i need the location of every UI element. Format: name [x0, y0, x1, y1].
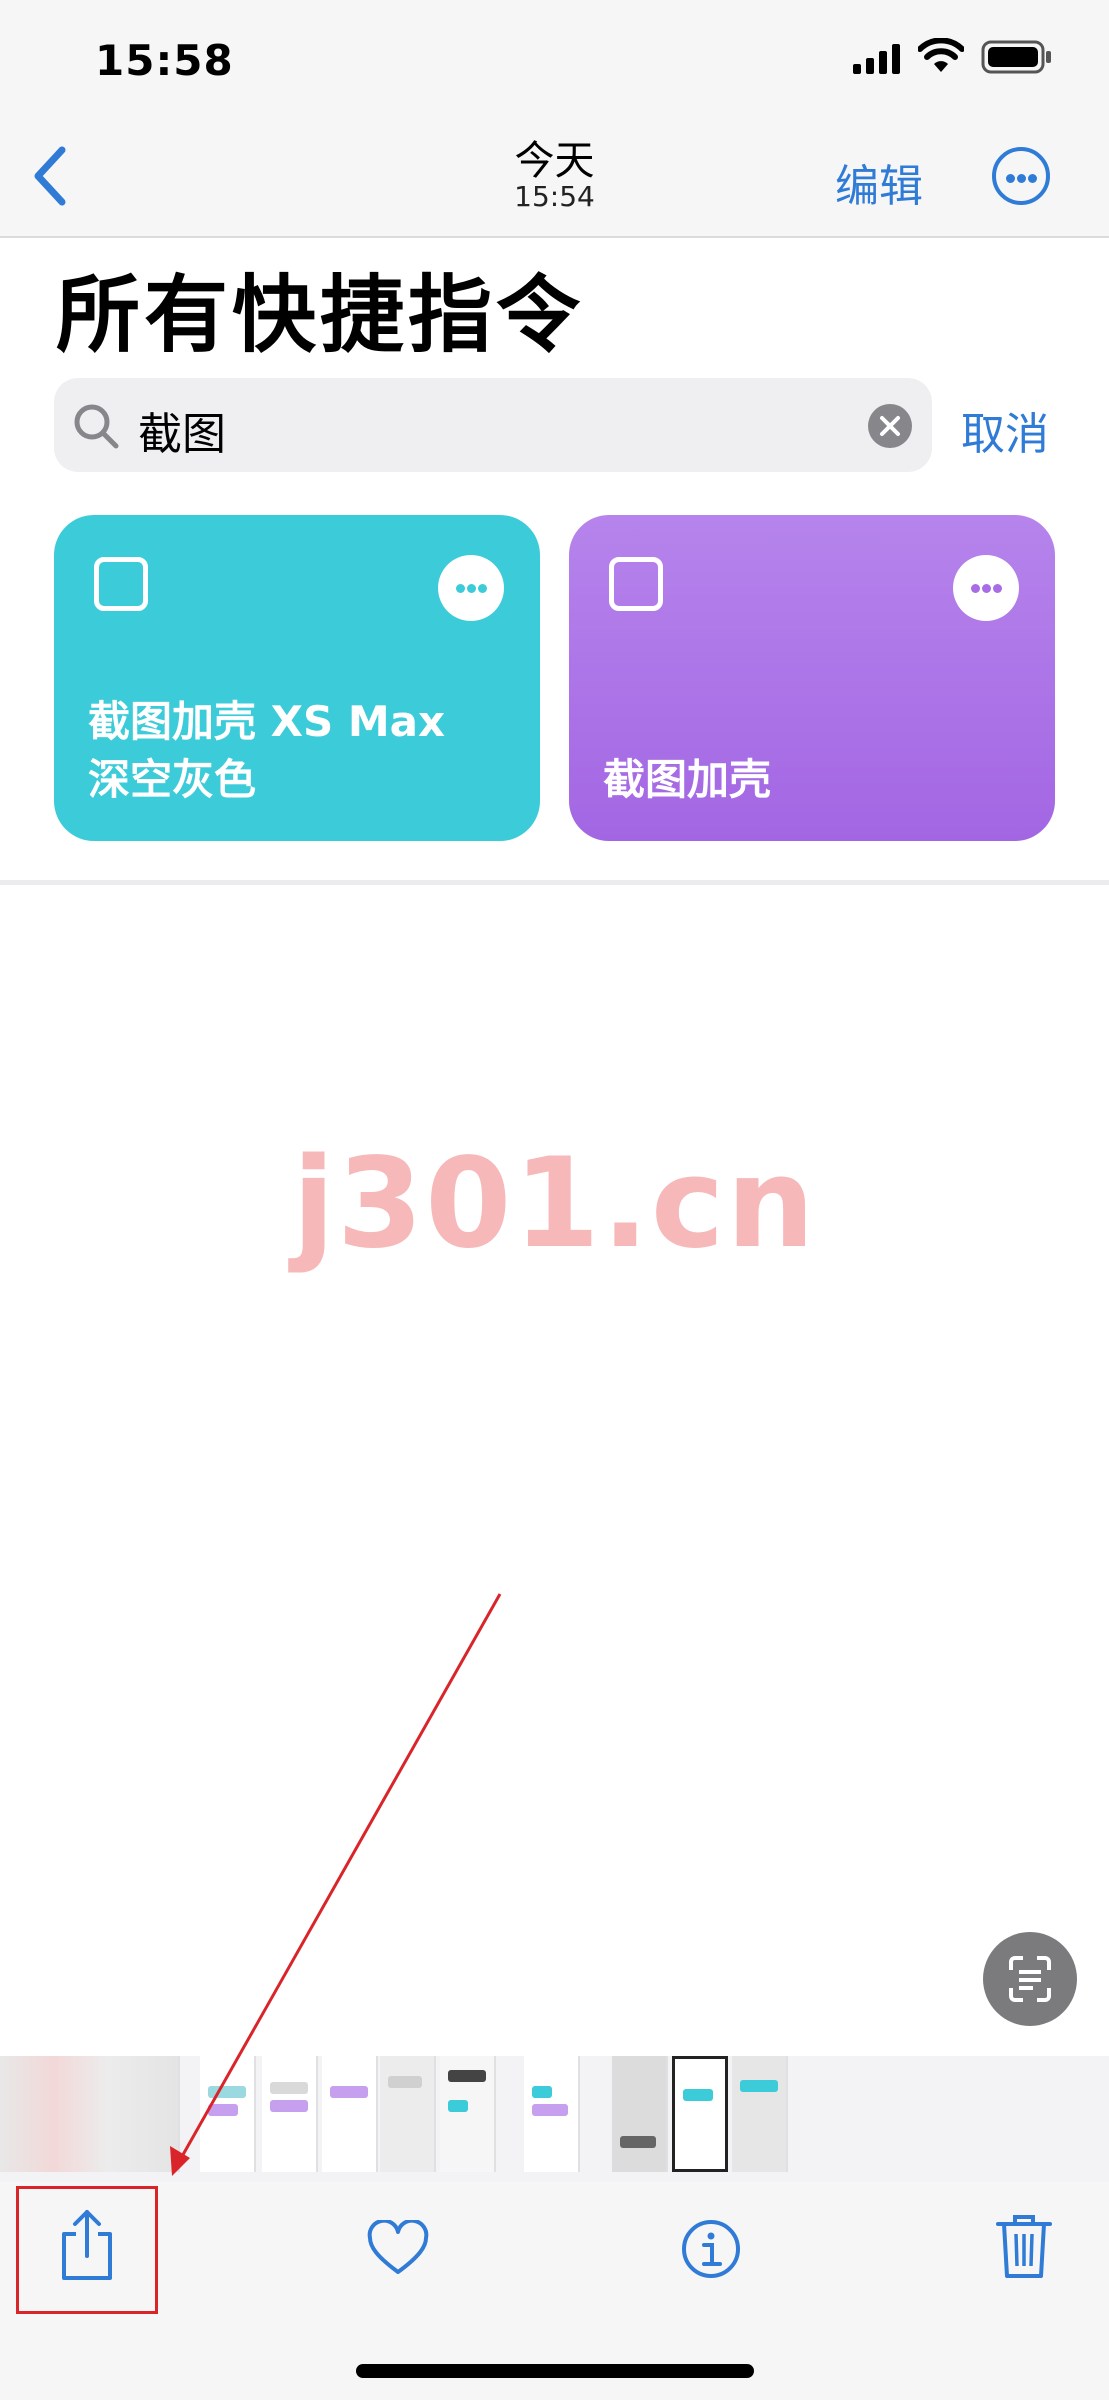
thumbnail[interactable]	[262, 2056, 318, 2172]
trash-icon[interactable]	[996, 2212, 1052, 2280]
nav-subtitle: 15:54	[514, 180, 595, 213]
select-checkbox[interactable]	[94, 557, 148, 611]
thumbnail[interactable]	[380, 2056, 436, 2172]
watermark: j301.cn	[292, 1132, 817, 1276]
nav-title: 今天	[514, 138, 595, 184]
thumbnail[interactable]	[440, 2056, 496, 2172]
info-icon[interactable]	[680, 2218, 742, 2280]
thumbnail[interactable]	[524, 2056, 580, 2172]
battery-icon	[981, 40, 1051, 74]
more-icon[interactable]	[953, 555, 1019, 621]
shortcut-label-line2: 深空灰色	[88, 755, 257, 804]
signal-icon	[853, 44, 900, 74]
thumbnail[interactable]	[732, 2056, 788, 2172]
search-icon	[74, 404, 119, 449]
cancel-button[interactable]: 取消	[961, 398, 1049, 462]
thumbnail[interactable]	[612, 2056, 668, 2172]
edit-button[interactable]: 编辑	[835, 150, 923, 214]
live-text-icon	[1009, 1956, 1051, 2002]
shortcut-label: 截图加壳 XS Max 深空灰色	[88, 693, 445, 809]
shortcut-label-line1: 截图加壳	[603, 755, 772, 804]
shortcut-label-line1: 截图加壳 XS Max	[88, 697, 446, 746]
heart-icon[interactable]	[366, 2220, 430, 2276]
annotation-highlight-box	[16, 2186, 158, 2314]
live-text-button[interactable]	[983, 1932, 1077, 2026]
shortcut-card[interactable]: 截图加壳	[569, 515, 1055, 841]
page-title: 所有快捷指令	[56, 266, 585, 364]
home-indicator	[356, 2364, 754, 2378]
thumbnail-selected[interactable]	[672, 2056, 728, 2172]
status-time: 15:58	[95, 36, 234, 85]
thumbnail-strip[interactable]	[0, 2056, 1109, 2182]
shortcut-card[interactable]: 截图加壳 XS Max 深空灰色	[54, 515, 540, 841]
thumbnail[interactable]	[200, 2056, 256, 2172]
thumbnail[interactable]	[0, 2056, 180, 2172]
shortcut-label: 截图加壳	[603, 751, 771, 809]
wifi-icon	[918, 38, 964, 72]
thumbnail[interactable]	[322, 2056, 378, 2172]
search-input-value[interactable]: 截图	[138, 398, 226, 462]
more-icon[interactable]	[438, 555, 504, 621]
clear-search-icon[interactable]	[868, 404, 912, 448]
more-options-icon[interactable]	[992, 147, 1050, 205]
select-checkbox[interactable]	[609, 557, 663, 611]
